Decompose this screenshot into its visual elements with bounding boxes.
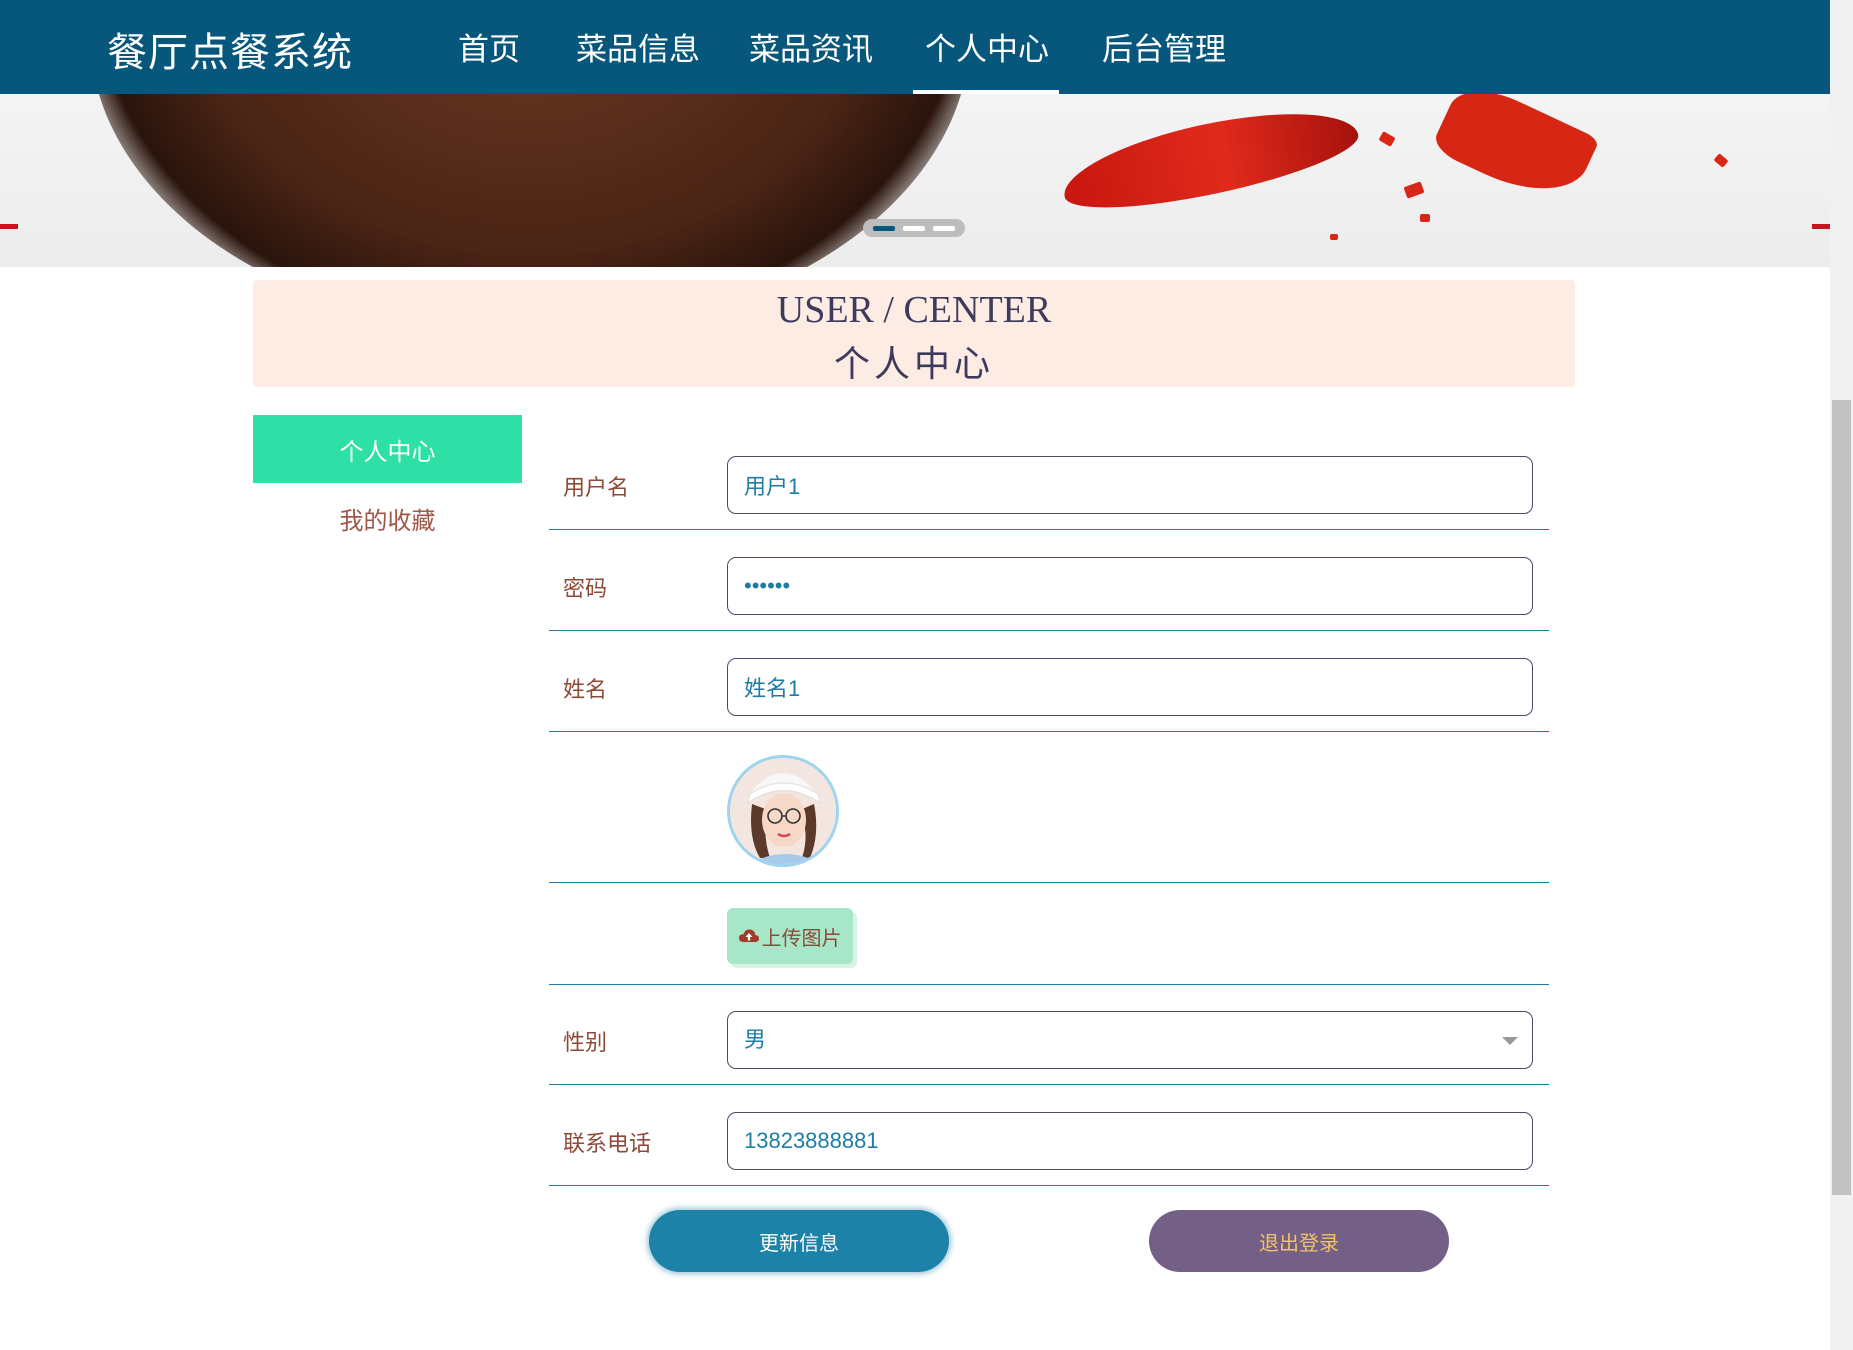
nav-item-home[interactable]: 首页 [458, 24, 520, 69]
gender-selected-value: 男 [744, 1027, 767, 1052]
avatar-image [727, 755, 839, 867]
password-label: 密码 [563, 577, 608, 602]
name-input[interactable] [727, 658, 1533, 716]
gender-select[interactable]: 男 [727, 1011, 1533, 1069]
banner-flake [1713, 153, 1729, 168]
banner-edge-mark [1812, 224, 1830, 229]
form-row-avatar [549, 731, 1549, 883]
name-label: 姓名 [563, 678, 608, 703]
username-input[interactable] [727, 456, 1533, 514]
banner-edge-mark [0, 224, 18, 229]
chevron-down-icon [1502, 1037, 1518, 1045]
page-scrollbar-thumb[interactable] [1832, 400, 1851, 1195]
form-row-password: 密码 [549, 541, 1549, 631]
nav-item-news[interactable]: 菜品资讯 [749, 24, 873, 69]
banner-chili-piece [1430, 94, 1600, 212]
cloud-upload-icon [738, 929, 759, 942]
carousel-dot[interactable] [933, 226, 955, 231]
nav-item-user-center[interactable]: 个人中心 [925, 24, 1049, 69]
banner-flake [1403, 181, 1425, 199]
gender-label: 性别 [563, 1031, 608, 1056]
logout-button[interactable]: 退出登录 [1149, 1210, 1449, 1272]
section-title-box: USER / CENTER 个人中心 [253, 280, 1575, 387]
nav-item-dishes[interactable]: 菜品信息 [576, 24, 700, 69]
banner-chili-image [1056, 94, 1364, 225]
banner-flake [1330, 234, 1338, 240]
form-row-name: 姓名 [549, 642, 1549, 732]
side-menu-favorites[interactable]: 我的收藏 [253, 496, 522, 540]
banner-flake [1378, 131, 1396, 147]
avatar-photo [730, 758, 836, 864]
carousel-dot-active[interactable] [873, 226, 895, 231]
banner-flake [1420, 214, 1430, 222]
form-row-gender: 性别 男 [549, 995, 1549, 1085]
banner-bowl-image [90, 94, 970, 267]
upload-image-button[interactable]: 上传图片 [727, 908, 853, 964]
username-label: 用户名 [563, 476, 630, 501]
phone-input[interactable] [727, 1112, 1533, 1170]
password-input[interactable] [727, 557, 1533, 615]
section-title-en: USER / CENTER [776, 289, 1052, 331]
banner-carousel [0, 94, 1830, 267]
phone-label: 联系电话 [563, 1132, 652, 1157]
nav-item-admin[interactable]: 后台管理 [1102, 24, 1226, 69]
brand-title: 餐厅点餐系统 [107, 30, 353, 76]
update-info-button[interactable]: 更新信息 [649, 1210, 949, 1272]
side-menu-user-center[interactable]: 个人中心 [253, 415, 522, 483]
form-row-phone: 联系电话 [549, 1096, 1549, 1186]
top-nav-bar: 餐厅点餐系统 首页 菜品信息 菜品资讯 个人中心 后台管理 [0, 0, 1830, 94]
upload-image-label: 上传图片 [761, 925, 842, 950]
form-row-username: 用户名 [549, 440, 1549, 530]
form-row-upload: 上传图片 [549, 882, 1549, 985]
section-title-cn: 个人中心 [833, 344, 994, 385]
carousel-indicators [863, 219, 965, 237]
carousel-dot[interactable] [903, 226, 925, 231]
